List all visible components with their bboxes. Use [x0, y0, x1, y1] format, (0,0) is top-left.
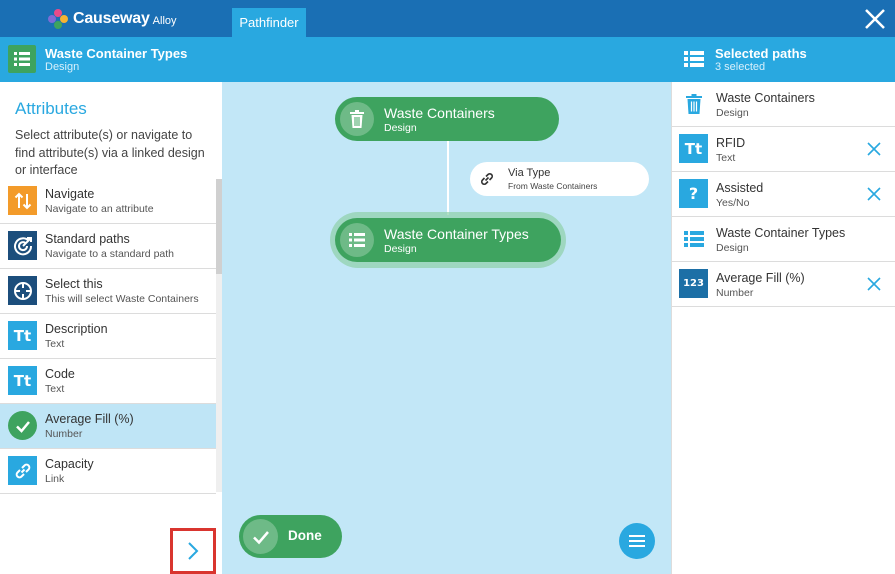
node-title: Waste Container Types — [384, 226, 529, 242]
selected-path-item[interactable]: Waste Container Types Design — [672, 217, 895, 262]
trash-icon — [679, 89, 708, 118]
chevron-right-icon — [188, 542, 199, 560]
item-label: Standard paths — [45, 232, 130, 246]
done-label: Done — [288, 528, 322, 543]
link-icon — [481, 173, 493, 185]
text-icon: Tt — [8, 366, 37, 395]
check-icon — [243, 519, 278, 554]
path-sub: Design — [716, 242, 749, 254]
selected-paths-panel: Waste Containers Design Tt RFID Text ? A… — [671, 82, 895, 574]
check-circle-icon — [8, 411, 37, 440]
list-icon — [679, 224, 708, 253]
item-sub: Navigate to an attribute — [45, 203, 154, 215]
node-subtitle: Design — [384, 122, 417, 134]
via-subtitle: From Waste Containers — [508, 181, 598, 191]
causeway-logo[interactable]: Causeway Alloy — [48, 8, 177, 30]
path-sub: Design — [716, 107, 749, 119]
node-waste-container-types[interactable]: Waste Container Types Design — [335, 218, 561, 262]
path-sub: Number — [716, 287, 754, 299]
item-sub: Text — [45, 338, 65, 350]
item-sub: Text — [45, 383, 65, 395]
tab-pathfinder[interactable]: Pathfinder — [232, 8, 306, 37]
item-label: Capacity — [45, 457, 94, 471]
item-sub: Navigate to a standard path — [45, 248, 175, 260]
item-label: Description — [45, 322, 108, 336]
list-icon — [340, 223, 374, 257]
list-item-standard-paths[interactable]: Standard paths Navigate to a standard pa… — [0, 224, 216, 269]
attributes-title: Attributes — [15, 99, 87, 118]
via-type-link[interactable]: Via Type From Waste Containers — [470, 162, 649, 196]
item-label: Navigate — [45, 187, 95, 201]
node-waste-containers[interactable]: Waste Containers Design — [335, 97, 559, 141]
trash-icon — [340, 102, 374, 136]
path-connector — [447, 139, 449, 215]
list-item-description[interactable]: Tt Description Text — [0, 314, 216, 359]
logo-mark-icon — [48, 9, 68, 29]
attribute-list: Navigate Navigate to an attribute Standa… — [0, 179, 216, 494]
brand-sub: Alloy — [152, 14, 177, 27]
path-label: RFID — [716, 136, 746, 150]
path-canvas: Waste Containers Design Via Type From Wa… — [222, 82, 671, 574]
question-icon: ? — [679, 179, 708, 208]
path-label: Average Fill (%) — [716, 271, 805, 285]
list-icon — [8, 45, 36, 73]
design-subtitle: Design — [45, 61, 80, 73]
link-icon — [8, 456, 37, 485]
list-item-code[interactable]: Tt Code Text — [0, 359, 216, 404]
node-title: Waste Containers — [384, 105, 495, 121]
text-icon: Tt — [679, 134, 708, 163]
arrows-updown-icon — [8, 186, 37, 215]
item-sub: Link — [45, 473, 65, 485]
done-button[interactable]: Done — [239, 515, 342, 558]
path-label: Assisted — [716, 181, 764, 195]
selected-path-item[interactable]: ? Assisted Yes/No — [672, 172, 895, 217]
list-item-average-fill[interactable]: Average Fill (%) Number — [0, 404, 216, 449]
path-sub: Text — [716, 152, 736, 164]
target-arrow-icon — [8, 231, 37, 260]
list-item-select-this[interactable]: Select this This will select Waste Conta… — [0, 269, 216, 314]
node-subtitle: Design — [384, 243, 417, 255]
path-sub: Yes/No — [716, 197, 750, 209]
list-item-navigate[interactable]: Navigate Navigate to an attribute — [0, 179, 216, 224]
selected-path-item[interactable]: 123 Average Fill (%) Number — [672, 262, 895, 307]
menu-button[interactable] — [619, 523, 655, 559]
navigate-capacity-button[interactable] — [170, 528, 216, 574]
text-icon: Tt — [8, 321, 37, 350]
remove-icon[interactable] — [867, 142, 881, 156]
path-label: Waste Container Types — [716, 226, 846, 240]
close-icon[interactable] — [863, 7, 887, 31]
design-title: Waste Container Types — [45, 46, 188, 61]
selected-paths-title: Selected paths — [715, 46, 807, 61]
brand-name: Causeway — [73, 10, 150, 27]
item-sub: This will select Waste Containers — [45, 293, 199, 305]
selected-path-item[interactable]: Tt RFID Text — [672, 127, 895, 172]
selected-path-item[interactable]: Waste Containers Design — [672, 82, 895, 127]
list-item-capacity[interactable]: Capacity Link — [0, 449, 216, 494]
sub-header: Waste Container Types Design Selected pa… — [0, 37, 895, 82]
item-label: Average Fill (%) — [45, 412, 134, 426]
path-label: Waste Containers — [716, 91, 815, 105]
item-label: Code — [45, 367, 75, 381]
crosshair-icon — [8, 276, 37, 305]
top-bar: Causeway Alloy Pathfinder — [0, 0, 895, 37]
number-icon: 123 — [679, 269, 708, 298]
selected-count: 3 selected — [715, 61, 766, 73]
item-label: Select this — [45, 277, 103, 291]
attributes-description: Select attribute(s) or navigate to find … — [15, 128, 205, 177]
list-icon — [680, 45, 708, 73]
menu-icon — [629, 535, 645, 547]
via-title: Via Type — [508, 167, 551, 179]
remove-icon[interactable] — [867, 277, 881, 291]
remove-icon[interactable] — [867, 187, 881, 201]
item-sub: Number — [45, 428, 83, 440]
